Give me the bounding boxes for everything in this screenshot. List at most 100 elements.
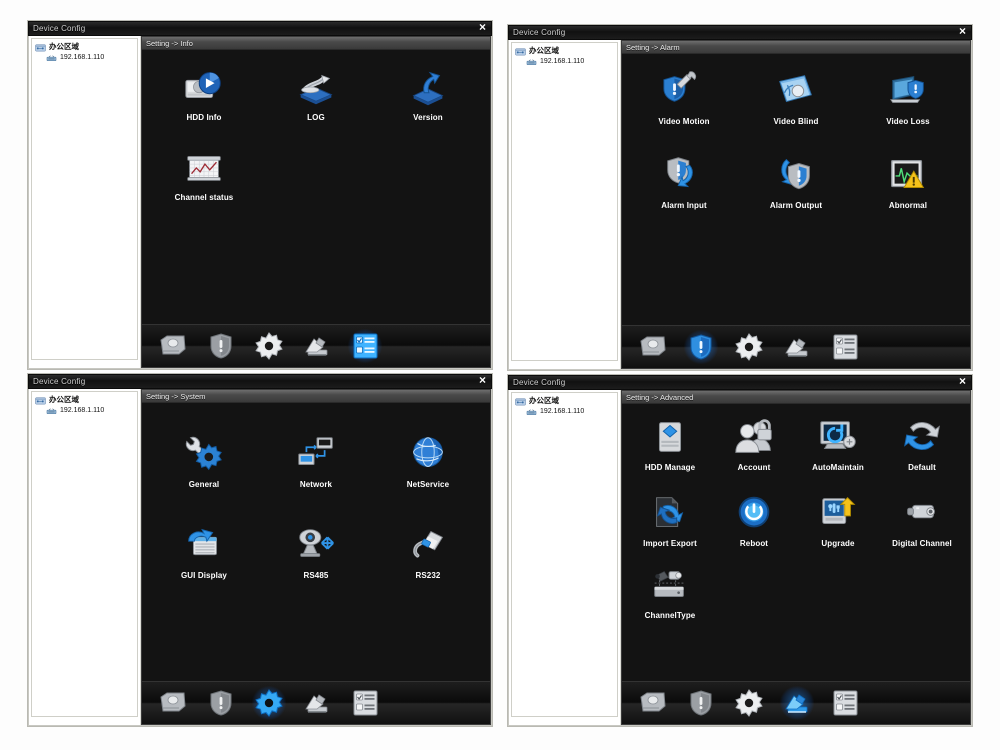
menu-item-label: Import Export xyxy=(643,539,697,548)
toolbar-advanced-button[interactable] xyxy=(300,686,334,720)
device-tree-pane: 办公区域 192.168.1.110 xyxy=(509,40,621,369)
window-title: Device Config xyxy=(513,28,566,37)
menu-item[interactable]: Channel status xyxy=(148,144,260,202)
hdd-info-icon xyxy=(185,72,221,99)
gear-icon xyxy=(735,689,763,717)
tree-node-device-label: 192.168.1.110 xyxy=(60,407,105,414)
device-tree[interactable]: 办公区域 192.168.1.110 xyxy=(511,42,618,361)
tree-node-device[interactable]: 192.168.1.110 xyxy=(515,57,614,67)
menu-item[interactable]: RS232 xyxy=(372,522,484,580)
toolbar-info-button[interactable] xyxy=(828,686,862,720)
window-title: Device Config xyxy=(33,24,86,33)
tree-node-device[interactable]: 192.168.1.110 xyxy=(35,53,134,63)
dvr-toolbar xyxy=(622,681,970,724)
menu-item[interactable]: HDD Manage xyxy=(628,414,712,472)
menu-item[interactable]: ChannelType xyxy=(628,562,712,620)
menu-item[interactable]: Reboot xyxy=(712,490,796,548)
toolbar-system-button[interactable] xyxy=(252,686,286,720)
menu-item[interactable]: LOG xyxy=(260,64,372,122)
menu-item[interactable]: General xyxy=(148,431,260,489)
menu-item-label: Reboot xyxy=(739,539,769,548)
toolbar-system-button[interactable] xyxy=(732,686,766,720)
rs232-icon xyxy=(413,530,444,558)
menu-item[interactable]: Upgrade xyxy=(796,490,880,548)
toolbar-info-button[interactable] xyxy=(348,686,382,720)
menu-item[interactable]: Default xyxy=(880,414,964,472)
menu-item[interactable]: Video Loss xyxy=(852,68,964,126)
close-icon[interactable]: × xyxy=(959,375,966,388)
menu-item[interactable]: Digital Channel xyxy=(880,490,964,548)
tree-node-root[interactable]: 办公区域 xyxy=(515,396,614,406)
dvr-menu-grid: General Network NetService GUI Display R… xyxy=(142,403,490,681)
device-tree[interactable]: 办公区域 192.168.1.110 xyxy=(511,392,618,717)
tree-node-device-label: 192.168.1.110 xyxy=(540,408,585,415)
close-icon[interactable]: × xyxy=(479,21,486,34)
toolbar-alarm-button[interactable] xyxy=(204,329,238,363)
toolbar-alarm-button[interactable] xyxy=(204,686,238,720)
window-body: 办公区域 192.168.1.110 Setting -> System Gen… xyxy=(28,389,492,726)
device-config-window-advanced: Device Config × 办公区域 192.168.1.110 Setti… xyxy=(508,375,972,726)
menu-item-label: RS232 xyxy=(415,571,441,580)
toolbar-hdd-button[interactable] xyxy=(636,686,670,720)
hdd-icon xyxy=(640,336,666,356)
toolbar-advanced-button[interactable] xyxy=(780,686,814,720)
folder-network-icon xyxy=(35,397,46,404)
gear-icon xyxy=(735,333,763,361)
tree-node-device[interactable]: 192.168.1.110 xyxy=(35,406,134,416)
default-icon xyxy=(904,422,940,450)
menu-item[interactable]: Alarm Output xyxy=(740,152,852,210)
toolbar-hdd-button[interactable] xyxy=(636,330,670,364)
toolbar-system-button[interactable] xyxy=(252,329,286,363)
tools-icon xyxy=(785,338,808,357)
toolbar-info-button[interactable] xyxy=(828,330,862,364)
dvr-panel: Setting -> System General Network NetSer… xyxy=(141,389,491,725)
menu-item[interactable]: Alarm Input xyxy=(628,152,740,210)
toolbar-alarm-button[interactable] xyxy=(684,330,718,364)
menu-item[interactable]: Account xyxy=(712,414,796,472)
tree-node-device-label: 192.168.1.110 xyxy=(540,58,585,65)
shield-icon xyxy=(210,690,232,716)
titlebar: Device Config × xyxy=(508,375,972,390)
toolbar-info-button[interactable] xyxy=(348,329,382,363)
hdd-icon xyxy=(160,692,186,712)
video-loss-icon xyxy=(889,76,924,103)
menu-item[interactable]: Video Blind xyxy=(740,68,852,126)
dvr-panel: Setting -> Advanced HDD Manage Account A… xyxy=(621,390,971,725)
menu-item-label: Upgrade xyxy=(821,539,855,548)
menu-item-label: Default xyxy=(908,463,936,472)
dvr-breadcrumb: Setting -> Info xyxy=(142,37,490,50)
device-tree[interactable]: 办公区域 192.168.1.110 xyxy=(31,391,138,717)
menu-item[interactable]: HDD Info xyxy=(148,64,260,122)
menu-item[interactable]: Version xyxy=(372,64,484,122)
toolbar-advanced-button[interactable] xyxy=(780,330,814,364)
toolbar-hdd-button[interactable] xyxy=(156,329,190,363)
menu-item[interactable]: Video Motion xyxy=(628,68,740,126)
menu-item-label: Video Blind xyxy=(773,117,819,126)
tree-node-device[interactable]: 192.168.1.110 xyxy=(515,407,614,417)
toolbar-system-button[interactable] xyxy=(732,330,766,364)
tree-node-root[interactable]: 办公区域 xyxy=(515,46,614,56)
shield-icon xyxy=(690,334,712,360)
toolbar-hdd-button[interactable] xyxy=(156,686,190,720)
menu-item[interactable]: Abnormal xyxy=(852,152,964,210)
menu-item[interactable]: GUI Display xyxy=(148,522,260,580)
menu-item[interactable]: NetService xyxy=(372,431,484,489)
tree-node-root[interactable]: 办公区域 xyxy=(35,42,134,52)
list-icon xyxy=(833,334,857,360)
toolbar-alarm-button[interactable] xyxy=(684,686,718,720)
account-icon xyxy=(735,419,772,453)
dvr-breadcrumb: Setting -> Alarm xyxy=(622,41,970,54)
abnormal-icon xyxy=(890,159,925,188)
close-icon[interactable]: × xyxy=(959,25,966,38)
menu-item[interactable]: Import Export xyxy=(628,490,712,548)
device-tree[interactable]: 办公区域 192.168.1.110 xyxy=(31,38,138,360)
toolbar-advanced-button[interactable] xyxy=(300,329,334,363)
menu-item-label: Digital Channel xyxy=(892,539,952,548)
close-icon[interactable]: × xyxy=(479,374,486,387)
menu-item[interactable]: AutoMaintain xyxy=(796,414,880,472)
menu-item[interactable]: Network xyxy=(260,431,372,489)
dvr-breadcrumb-text: Setting -> Advanced xyxy=(626,392,694,402)
tree-node-root[interactable]: 办公区域 xyxy=(35,395,134,405)
dvr-breadcrumb: Setting -> Advanced xyxy=(622,391,970,404)
menu-item[interactable]: RS485 xyxy=(260,522,372,580)
